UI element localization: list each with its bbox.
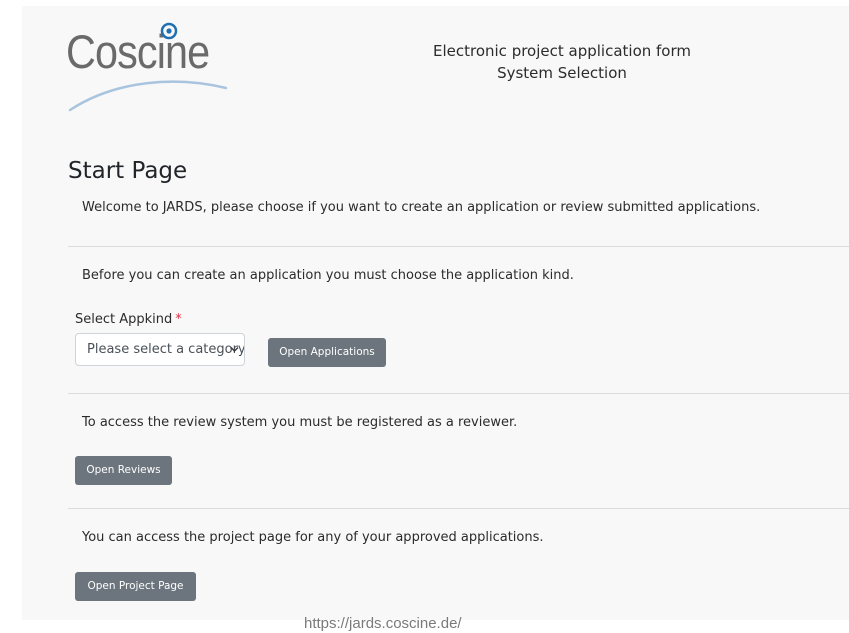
appkind-select-value: Please select a category [87,342,245,357]
open-applications-button[interactable]: Open Applications [268,338,386,367]
required-mark: * [175,312,182,327]
page-container: Coscine Electronic project application f… [22,6,849,620]
divider [68,393,849,394]
logo-ring-icon [160,22,178,40]
header-title-line1: Electronic project application form [432,42,692,60]
open-project-page-button[interactable]: Open Project Page [75,572,196,601]
logo-swoosh-icon [68,80,228,112]
divider [68,246,849,247]
header-title: Electronic project application form Syst… [402,40,722,84]
select-appkind-label: Select Appkind * [75,312,182,327]
open-reviews-button[interactable]: Open Reviews [75,456,172,485]
select-appkind-label-text: Select Appkind [75,312,173,327]
divider [68,508,849,509]
page-title: Start Page [68,158,188,184]
header-title-line2: System Selection [497,64,627,82]
appkind-select[interactable]: Please select a category [75,333,245,366]
welcome-text: Welcome to JARDS, please choose if you w… [82,200,761,215]
chevron-down-icon [230,347,239,352]
applications-intro: Before you can create an application you… [82,268,574,283]
logo-text: Coscine [66,25,210,78]
reviews-intro: To access the review system you must be … [82,415,518,430]
coscine-logo[interactable]: Coscine [66,20,236,112]
projects-intro: You can access the project page for any … [82,530,544,545]
footer-url: https://jards.coscine.de/ [304,615,462,632]
